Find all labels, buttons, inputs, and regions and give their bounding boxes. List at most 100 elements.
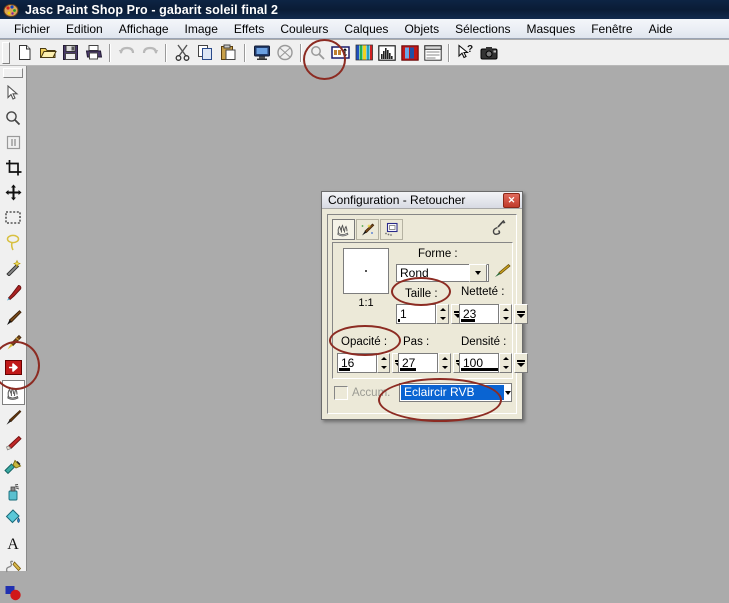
pas-updown[interactable] [438,353,451,373]
preview-ratio-label: 1:1 [358,297,374,309]
menu-item-affichage[interactable]: Affichage [111,21,177,37]
screen-capture-icon[interactable] [477,42,500,64]
nettete-progress [461,319,475,322]
forme-combo[interactable]: Rond [396,264,489,282]
densite-slider-popout-icon[interactable] [514,353,528,373]
nettete-input[interactable]: 23 [459,304,499,324]
draw-icon[interactable] [2,555,25,580]
preset-shapes-icon[interactable] [2,580,25,603]
undo-icon[interactable] [115,42,138,64]
new-file-icon[interactable] [13,42,36,64]
nettete-stepper[interactable]: 23 [459,304,528,324]
browser-icon[interactable] [421,42,444,64]
layer-palette-icon[interactable] [398,42,421,64]
text-icon[interactable]: A [2,530,25,555]
taille-label: Taille : [405,288,438,300]
opacite-progress [339,368,350,371]
picture-tube-icon[interactable] [2,455,25,480]
airbrush-icon[interactable] [2,480,25,505]
tool-options-dialog: Configuration - Retoucher ✕ 1:1 Forme: … [321,191,528,420]
main-toolbar: ? [0,40,729,66]
brush-options-tab-icon[interactable] [356,218,379,240]
menu-item-selections[interactable]: Sélections [447,21,518,37]
brush-preview [343,248,389,294]
clone-brush-icon[interactable] [2,330,25,355]
toolbar-drag-grip[interactable] [2,41,10,64]
accumulation-checkbox[interactable] [334,386,348,400]
close-icon[interactable]: ✕ [503,192,520,208]
chevron-down-icon[interactable] [505,390,511,395]
preset-brush-icon[interactable] [488,219,508,238]
deformation-icon[interactable] [2,130,25,155]
application-window: Jasc Paint Shop Pro - gabarit soleil fin… [0,0,729,603]
magic-wand-icon[interactable] [2,255,25,280]
opacite-stepper[interactable]: 16 [337,353,406,373]
pas-input[interactable]: 27 [398,353,438,373]
normal-viewing-icon[interactable] [273,42,296,64]
opacite-input[interactable]: 16 [337,353,377,373]
tool-palette: A [0,66,27,600]
opacite-updown[interactable] [377,353,390,373]
toolbar-separator [448,43,450,62]
print-icon[interactable] [82,42,105,64]
densite-progress [461,368,498,371]
menu-item-edition[interactable]: Edition [58,21,111,37]
tool-options-icon[interactable] [329,42,352,64]
menu-item-couleurs[interactable]: Couleurs [272,21,336,37]
whats-this-help-icon[interactable]: ? [454,42,477,64]
menu-item-effets[interactable]: Effets [226,21,272,37]
selection-rect-icon[interactable] [2,205,25,230]
freehand-lasso-icon[interactable] [2,230,25,255]
paintbrush-icon[interactable] [2,305,25,330]
color-palette-icon[interactable] [352,42,375,64]
dialog-titlebar[interactable]: Configuration - Retoucher ✕ [322,192,522,209]
menu-item-aide[interactable]: Aide [641,21,681,37]
retouch-icon[interactable] [1,380,25,405]
histogram-icon[interactable] [375,42,398,64]
menu-item-masques[interactable]: Masques [519,21,584,37]
tool-palette-drag-grip[interactable] [3,68,23,78]
svg-text:?: ? [467,44,473,55]
full-screen-preview-icon[interactable] [250,42,273,64]
brush-preview-dot [365,270,367,272]
pas-label: Pas : [403,336,430,348]
cut-icon[interactable] [171,42,194,64]
zoom-magnifier-icon[interactable] [2,105,25,130]
densite-stepper[interactable]: 100 [459,353,528,373]
flood-fill-icon[interactable] [2,505,25,530]
menu-item-fichier[interactable]: Fichier [6,21,58,37]
tool-tab-icon[interactable] [332,218,355,240]
svg-text:A: A [7,536,19,551]
advanced-tab-icon[interactable] [380,218,403,240]
zoom-overview-icon[interactable] [306,42,329,64]
pas-stepper[interactable]: 27 [398,353,467,373]
move-icon[interactable] [2,180,25,205]
dropper-icon[interactable] [2,280,25,305]
eraser-icon[interactable] [2,430,25,455]
taille-updown[interactable] [436,304,449,324]
taille-progress [398,319,400,322]
menu-item-objets[interactable]: Objets [396,21,447,37]
densite-input[interactable]: 100 [459,353,499,373]
crop-icon[interactable] [2,155,25,180]
menu-item-calques[interactable]: Calques [336,21,396,37]
taille-stepper[interactable]: 1 [396,304,465,324]
blend-mode-combo[interactable]: Eclaircir RVB [399,383,512,402]
chevron-down-icon[interactable] [469,264,487,282]
menu-item-image[interactable]: Image [177,21,226,37]
save-file-icon[interactable] [59,42,82,64]
open-file-icon[interactable] [36,42,59,64]
paste-icon[interactable] [217,42,240,64]
arrow-select-icon[interactable] [2,80,25,105]
brush-tip-icon[interactable] [493,263,511,279]
redo-icon[interactable] [138,42,161,64]
nettete-slider-popout-icon[interactable] [514,304,528,324]
color-replacer-icon[interactable] [2,355,25,380]
taille-input[interactable]: 1 [396,304,436,324]
menu-item-fenetre[interactable]: Fenêtre [583,21,640,37]
densite-updown[interactable] [499,353,512,373]
scratch-remover-icon[interactable] [2,405,25,430]
toolbar-separator [109,43,111,62]
copy-icon[interactable] [194,42,217,64]
nettete-updown[interactable] [499,304,512,324]
